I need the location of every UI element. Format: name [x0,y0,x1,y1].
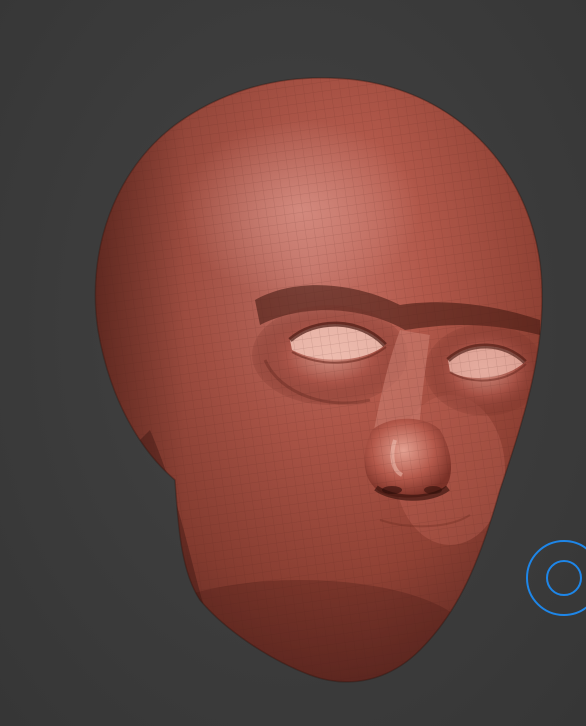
sculpt-viewport[interactable] [0,0,586,726]
brush-ring-icon[interactable] [525,539,586,617]
head-model[interactable] [0,0,586,726]
